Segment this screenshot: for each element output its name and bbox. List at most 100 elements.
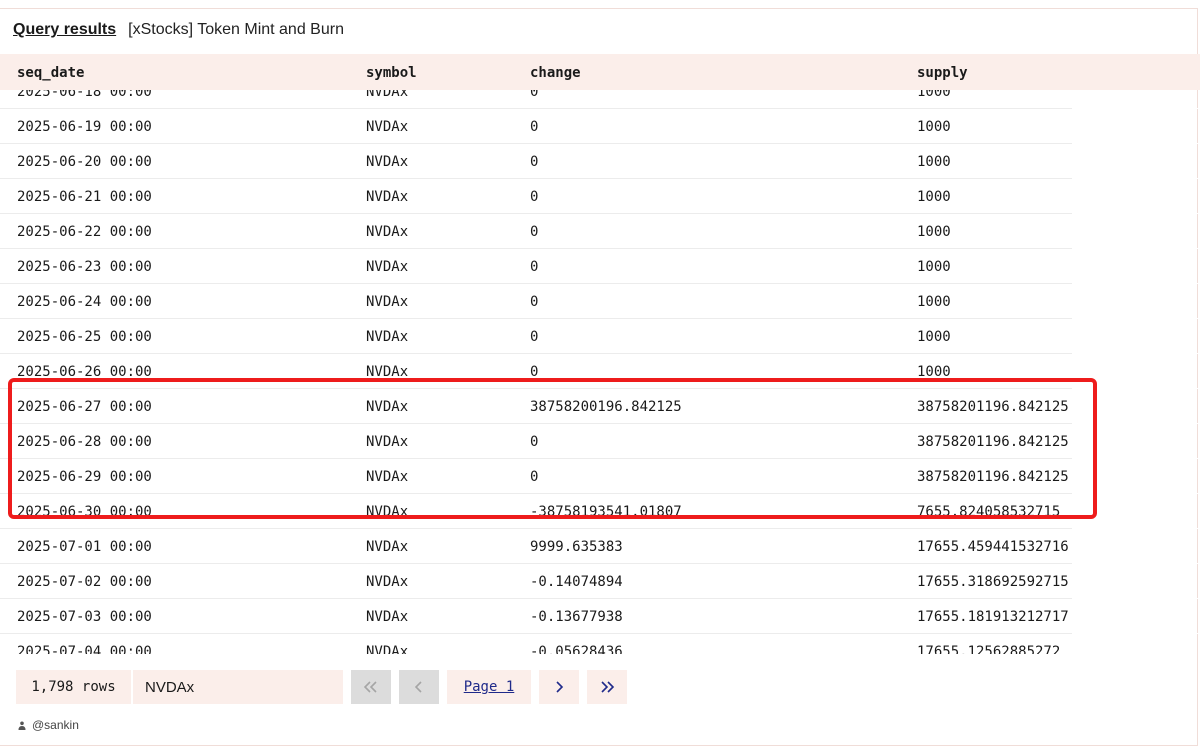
cell-symbol: NVDAx <box>366 469 409 485</box>
cell-symbol: NVDAx <box>366 154 409 170</box>
cell-symbol: NVDAx <box>366 259 409 275</box>
query-title: [xStocks] Token Mint and Burn <box>128 21 344 38</box>
cell-change: 0 <box>530 154 539 170</box>
double-chevron-right-icon <box>601 681 615 693</box>
cell-supply: 17655.459441532716 <box>917 539 1069 555</box>
cell-supply: 1000 <box>917 259 951 275</box>
cell-seq-date: 2025-07-04 00:00 <box>17 644 152 654</box>
symbol-filter-value[interactable]: NVDAx <box>133 670 343 704</box>
column-header-symbol[interactable]: symbol <box>366 65 417 81</box>
cell-supply: 1000 <box>917 189 951 205</box>
table-row: 2025-06-27 00:00 NVDAx 38758200196.842125 3… <box>0 389 1200 424</box>
cell-supply: 17655.181913212717 <box>917 609 1069 625</box>
cell-seq-date: 2025-06-21 00:00 <box>17 189 152 205</box>
cell-symbol: NVDAx <box>366 119 409 135</box>
query-results-link[interactable]: Query results <box>13 21 116 39</box>
author-handle[interactable]: @sankin <box>32 718 79 732</box>
table-row: 2025-06-26 00:00 NVDAx 0 1000 <box>0 354 1200 389</box>
cell-seq-date: 2025-06-22 00:00 <box>17 224 152 240</box>
table-row: 2025-06-28 00:00 NVDAx 0 38758201196.842125 <box>0 424 1200 459</box>
last-page-button[interactable] <box>587 670 627 704</box>
cell-change: -0.13677938 <box>530 609 623 625</box>
cell-symbol: NVDAx <box>366 434 409 450</box>
cell-supply: 1000 <box>917 119 951 135</box>
cell-seq-date: 2025-07-01 00:00 <box>17 539 152 555</box>
table-footer: 1,798 rows NVDAx Page 1 <box>16 670 627 704</box>
results-table: seq_date symbol change supply 2025-06-18… <box>0 54 1200 654</box>
table-row: 2025-06-24 00:00 NVDAx 0 1000 <box>0 284 1200 319</box>
row-count: 1,798 rows <box>16 670 131 704</box>
table-row: 2025-07-02 00:00 NVDAx -0.14074894 17655.31… <box>0 564 1200 599</box>
current-page-button[interactable]: Page 1 <box>447 670 531 704</box>
cell-supply: 1000 <box>917 294 951 310</box>
table-row: 2025-06-23 00:00 NVDAx 0 1000 <box>0 249 1200 284</box>
previous-page-button[interactable] <box>399 670 439 704</box>
cell-supply: 1000 <box>917 364 951 380</box>
cell-symbol: NVDAx <box>366 539 409 555</box>
chevron-left-icon <box>414 681 422 693</box>
cell-seq-date: 2025-06-29 00:00 <box>17 469 152 485</box>
cell-change: 0 <box>530 434 539 450</box>
cell-symbol: NVDAx <box>366 329 409 345</box>
cell-change: 0 <box>530 119 539 135</box>
cell-change: 0 <box>530 224 539 240</box>
cell-supply: 17655.12562885272 <box>917 644 1061 654</box>
cell-symbol: NVDAx <box>366 399 409 415</box>
cell-symbol: NVDAx <box>366 574 409 590</box>
table-header: seq_date symbol change supply <box>0 54 1200 90</box>
cell-seq-date: 2025-06-27 00:00 <box>17 399 152 415</box>
cell-supply: 1000 <box>917 329 951 345</box>
cell-seq-date: 2025-06-30 00:00 <box>17 504 152 520</box>
double-chevron-left-icon <box>363 681 377 693</box>
cell-symbol: NVDAx <box>366 294 409 310</box>
cell-supply: 7655.824058532715 <box>917 504 1061 520</box>
chevron-right-icon <box>556 681 564 693</box>
cell-change: -38758193541.01807 <box>530 504 682 520</box>
cell-seq-date: 2025-07-02 00:00 <box>17 574 152 590</box>
first-page-button[interactable] <box>351 670 391 704</box>
table-row: 2025-06-22 00:00 NVDAx 0 1000 <box>0 214 1200 249</box>
cell-seq-date: 2025-06-24 00:00 <box>17 294 152 310</box>
cell-supply: 17655.318692592715 <box>917 574 1069 590</box>
table-row: 2025-06-25 00:00 NVDAx 0 1000 <box>0 319 1200 354</box>
table-row: 2025-06-29 00:00 NVDAx 0 38758201196.842125 <box>0 459 1200 494</box>
column-header-supply[interactable]: supply <box>917 65 968 81</box>
cell-supply: 38758201196.842125 <box>917 399 1069 415</box>
author-credit: @sankin <box>18 718 79 732</box>
cell-seq-date: 2025-06-20 00:00 <box>17 154 152 170</box>
cell-symbol: NVDAx <box>366 224 409 240</box>
cell-change: 9999.635383 <box>530 539 623 555</box>
cell-seq-date: 2025-07-03 00:00 <box>17 609 152 625</box>
cell-symbol: NVDAx <box>366 504 409 520</box>
cell-supply: 1000 <box>917 154 951 170</box>
table-row: 2025-07-04 00:00 NVDAx -0.05628436 17655.12… <box>0 634 1200 654</box>
table-body: 2025-06-18 00:00 NVDAx 0 1000 2025-06-19 00:… <box>0 74 1200 654</box>
next-page-button[interactable] <box>539 670 579 704</box>
cell-seq-date: 2025-06-19 00:00 <box>17 119 152 135</box>
cell-change: 0 <box>530 469 539 485</box>
cell-change: -0.05628436 <box>530 644 623 654</box>
cell-seq-date: 2025-06-26 00:00 <box>17 364 152 380</box>
table-row: 2025-07-03 00:00 NVDAx -0.13677938 17655.18… <box>0 599 1200 634</box>
cell-symbol: NVDAx <box>366 644 409 654</box>
cell-change: -0.14074894 <box>530 574 623 590</box>
cell-supply: 38758201196.842125 <box>917 469 1069 485</box>
column-header-change[interactable]: change <box>530 65 581 81</box>
cell-symbol: NVDAx <box>366 189 409 205</box>
cell-seq-date: 2025-06-28 00:00 <box>17 434 152 450</box>
cell-change: 38758200196.842125 <box>530 399 682 415</box>
table-row: 2025-07-01 00:00 NVDAx 9999.635383 17655.45… <box>0 529 1200 564</box>
table-row: 2025-06-19 00:00 NVDAx 0 1000 <box>0 109 1200 144</box>
cell-supply: 1000 <box>917 224 951 240</box>
results-header: Query results [xStocks] Token Mint and B… <box>13 20 344 40</box>
cell-change: 0 <box>530 259 539 275</box>
user-icon <box>18 721 26 730</box>
cell-symbol: NVDAx <box>366 609 409 625</box>
cell-symbol: NVDAx <box>366 364 409 380</box>
column-header-seq-date[interactable]: seq_date <box>17 65 84 81</box>
cell-change: 0 <box>530 294 539 310</box>
cell-seq-date: 2025-06-23 00:00 <box>17 259 152 275</box>
table-row: 2025-06-21 00:00 NVDAx 0 1000 <box>0 179 1200 214</box>
table-row: 2025-06-30 00:00 NVDAx -38758193541.01807 7… <box>0 494 1200 529</box>
cell-change: 0 <box>530 329 539 345</box>
